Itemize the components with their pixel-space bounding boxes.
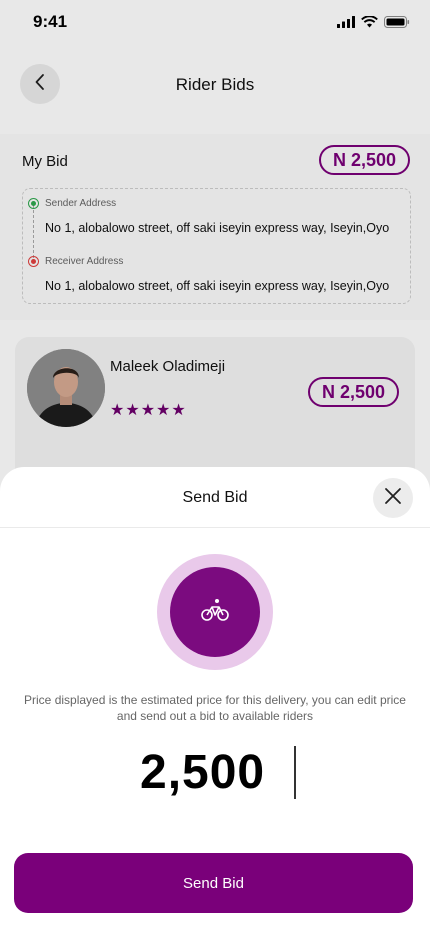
close-icon — [384, 487, 402, 510]
bike-circle — [170, 567, 260, 657]
bid-amount-input[interactable]: 2,500 — [140, 745, 265, 800]
send-bid-sheet: Send Bid Price displayed is the estimate… — [0, 467, 430, 932]
close-button[interactable] — [373, 478, 413, 518]
screen: 9:41 Rider Bids My Bid N 2,500 Sender Ad… — [0, 0, 430, 932]
send-bid-button[interactable]: Send Bid — [14, 853, 413, 913]
text-cursor — [294, 746, 296, 799]
bicycle-icon — [200, 597, 230, 628]
bike-badge — [157, 554, 273, 670]
sheet-description: Price displayed is the estimated price f… — [24, 693, 406, 723]
sheet-divider — [0, 527, 430, 528]
sheet-title: Send Bid — [182, 489, 248, 506]
